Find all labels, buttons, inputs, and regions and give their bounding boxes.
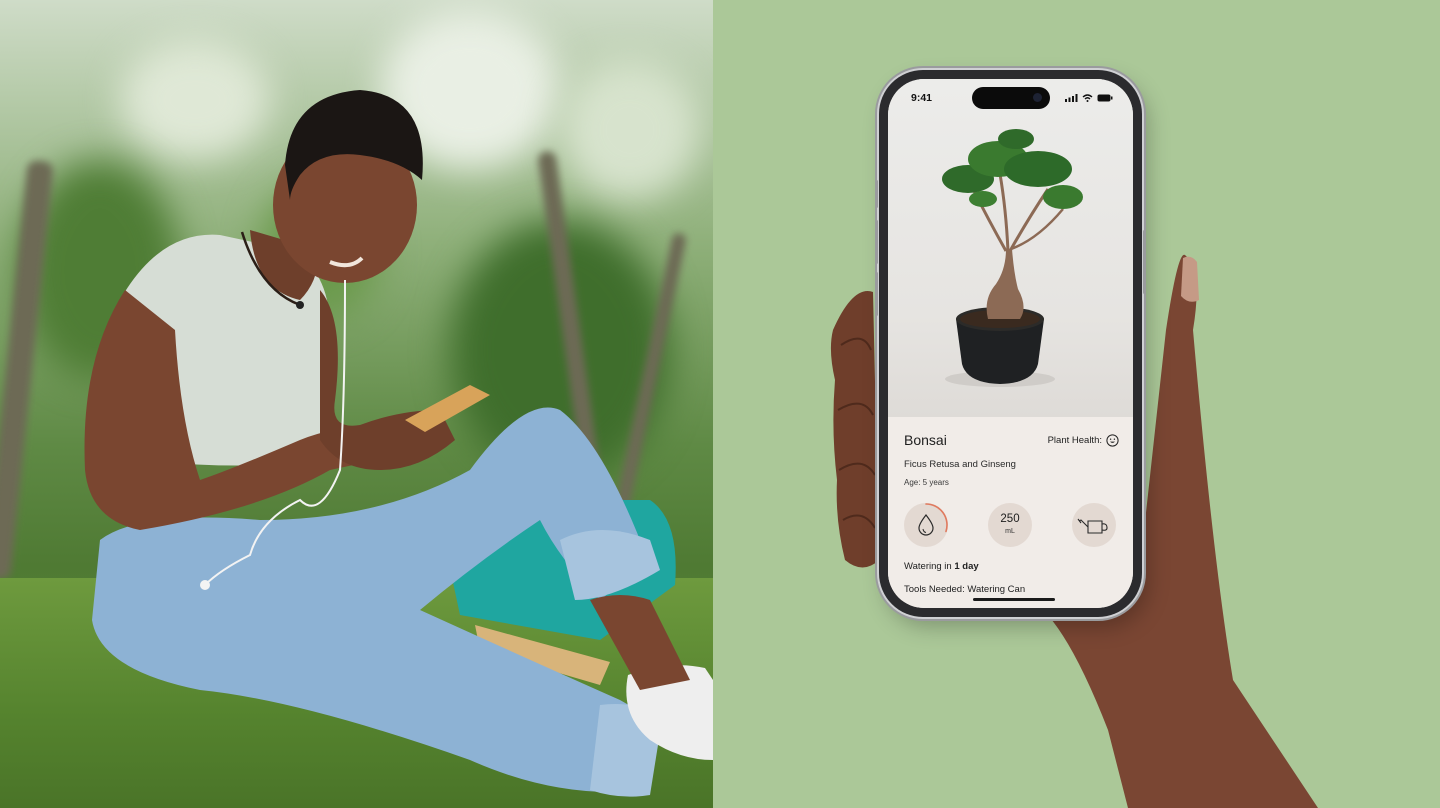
plant-health-label: Plant Health: (1047, 435, 1102, 446)
home-indicator[interactable] (973, 598, 1055, 601)
plant-photo: 9:41 (888, 79, 1133, 417)
plant-health[interactable]: Plant Health: (1048, 434, 1119, 447)
water-amount-value: 250 (1000, 513, 1020, 525)
status-time: 9:41 (911, 92, 933, 104)
watering-can-icon (1077, 518, 1108, 534)
watering-schedule: Watering in 1 day (904, 561, 979, 572)
bonsai-image (942, 129, 1083, 387)
lifestyle-photo (0, 0, 713, 808)
status-icons (1065, 94, 1113, 102)
plant-details: Bonsai Plant Health: Ficus Retusa and Gi… (888, 417, 1133, 608)
water-amount-unit: mL (1005, 528, 1015, 535)
water-progress-ring (918, 503, 948, 536)
watering-value: 1 day (954, 561, 979, 572)
tools-needed: Tools Needed: Watering Can (904, 584, 1026, 595)
plant-species: Ficus Retusa and Ginseng (904, 459, 1016, 470)
water-amount-button[interactable]: 250 mL (988, 503, 1032, 547)
phone-mockup: 9:41 Bonsai Plant Health: Ficus Retusa a… (875, 70, 1146, 617)
plant-age: Age: 5 years (904, 478, 949, 487)
watering-prefix: Watering in (904, 561, 955, 572)
water-status-button[interactable] (904, 503, 948, 547)
tool-button[interactable] (1072, 503, 1116, 547)
plant-name: Bonsai (904, 432, 947, 448)
smile-face-icon (1106, 434, 1119, 447)
dynamic-island (972, 87, 1050, 109)
battery-icon (1097, 94, 1113, 102)
wifi-icon (1082, 94, 1093, 102)
app-screen: 9:41 Bonsai Plant Health: Ficus Retusa a… (888, 79, 1133, 608)
woman-sitting-illustration (84, 90, 713, 797)
signal-icon (1065, 94, 1078, 102)
